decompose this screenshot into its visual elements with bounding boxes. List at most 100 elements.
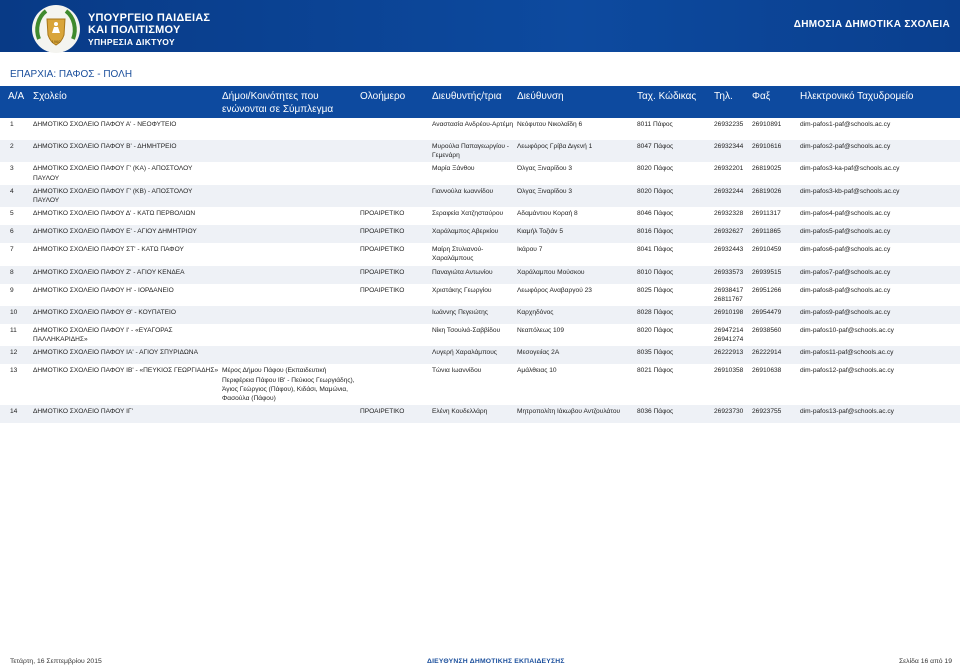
cell-aa-text: 6 xyxy=(10,228,14,236)
col-phone: Τηλ. xyxy=(714,91,733,102)
province-heading: ΕΠΑΡΧΙΑ: ΠΑΦΟΣ - ΠΟΛΗ xyxy=(0,64,960,86)
cell-postcode-text: 8046 Πάφος xyxy=(637,210,674,218)
cell-principal-text: Λυγερή Χαραλάμπους xyxy=(432,349,497,357)
cell-aa-text: 14 xyxy=(10,408,18,416)
col-fax: Φαξ xyxy=(752,91,771,102)
ministry-service: ΥΠΗΡΕΣΙΑ ΔΙΚΤΥΟΥ xyxy=(88,37,175,47)
cell-school: ΔΗΜΟΤΙΚΟ ΣΧΟΛΕΙΟ ΠΑΦΟΥ Δ' - ΚΑΤΩ ΠΕΡΒΟΛΙ… xyxy=(33,207,222,225)
cell-aa-text: 7 xyxy=(10,246,14,254)
cell-email-link[interactable]: dim-pafos4-paf@schools.ac.cy xyxy=(800,207,960,225)
cell-principal-text: Παναγιώτα Αντωνίου xyxy=(432,268,493,276)
cell-email-link[interactable]: dim-pafos1-paf@schools.ac.cy xyxy=(800,118,960,140)
cell-aa-text: 8 xyxy=(10,268,14,276)
cell-aa: 4 xyxy=(0,184,33,208)
cell-principal: Χαράλαμπος Αβερκίου xyxy=(432,225,517,244)
cell-principal: Ελένη Κουδελλάρη xyxy=(432,405,517,424)
cell-school-text: ΔΗΜΟΤΙΚΟ ΣΧΟΛΕΙΟ ΠΑΦΟΥ ΙΓ' xyxy=(33,408,133,416)
footer-date: Τετάρτη, 16 Σεπτεμβρίου 2015 xyxy=(10,658,102,665)
cell-principal: Σεραφεία Χατζησταύρου xyxy=(432,207,517,225)
cell-email-text[interactable]: dim-pafos5-paf@schools.ac.cy xyxy=(800,228,890,235)
cell-fax-text: 26910459 xyxy=(752,246,782,254)
cell-phone-text: 26932443 xyxy=(714,246,744,254)
cell-address-text: Αδαμάντιου Κοραή 8 xyxy=(517,210,578,218)
cell-email-link[interactable]: dim-pafos5-paf@schools.ac.cy xyxy=(800,225,960,244)
table-row: 3 ΔΗΜΟΤΙΚΟ ΣΧΟΛΕΙΟ ΠΑΦΟΥ Γ' (ΚΑ) - ΑΠΟΣΤΟ… xyxy=(0,162,960,184)
cell-address-text: Ικάρου 7 xyxy=(517,246,543,254)
cell-phone: 26932328 xyxy=(714,207,752,225)
cell-address: Ικάρου 7 xyxy=(517,243,637,265)
cell-email-text[interactable]: dim-pafos6-paf@schools.ac.cy xyxy=(800,246,890,253)
table-row: 13 ΔΗΜΟΤΙΚΟ ΣΧΟΛΕΙΟ ΠΑΦΟΥ ΙΒ' - «ΠΕΥΚΙΟΣ … xyxy=(0,364,960,405)
cell-email-text[interactable]: dim-pafos12-paf@schools.ac.cy xyxy=(800,367,894,374)
cell-email-link[interactable]: dim-pafos6-paf@schools.ac.cy xyxy=(800,243,960,265)
table-row: 12 ΔΗΜΟΤΙΚΟ ΣΧΟΛΕΙΟ ΠΑΦΟΥ ΙΑ' - ΑΓΙΟΥ ΣΠΥ… xyxy=(0,346,960,365)
cell-school-text: ΔΗΜΟΤΙΚΟ ΣΧΟΛΕΙΟ ΠΑΦΟΥ Η' - ΙΟΡΔΑΝΕΙΟ xyxy=(33,286,174,294)
cell-email-text[interactable]: dim-pafos13-paf@schools.ac.cy xyxy=(800,408,894,415)
col-email: Ηλεκτρονικό Ταχυδρομείο xyxy=(800,91,914,102)
cell-email-link[interactable]: dim-pafos10-paf@schools.ac.cy xyxy=(800,324,960,346)
cell-email-text[interactable]: dim-pafos9-paf@schools.ac.cy xyxy=(800,309,890,316)
cell-address: Χαράλαμπου Μούσκου xyxy=(517,265,637,284)
cell-communities xyxy=(222,118,360,140)
cell-phone: 26222913 xyxy=(714,346,752,365)
cell-email-text[interactable]: dim-pafos8-paf@schools.ac.cy xyxy=(800,287,890,294)
cell-address: Νεόφυτου Νικολαΐδη 6 xyxy=(517,118,637,140)
cell-school-text: ΔΗΜΟΤΙΚΟ ΣΧΟΛΕΙΟ ΠΑΦΟΥ Ε' - ΑΓΙΟΥ ΔΗΜΗΤΡ… xyxy=(33,228,197,236)
cell-aa: 13 xyxy=(0,364,33,405)
cell-email-text[interactable]: dim-pafos3-kb-paf@schools.ac.cy xyxy=(800,188,899,195)
cell-fax-text: 26222914 xyxy=(752,349,782,357)
cell-email-text[interactable]: dim-pafos3-ka-paf@schools.ac.cy xyxy=(800,165,899,172)
cell-email-link[interactable]: dim-pafos3-ka-paf@schools.ac.cy xyxy=(800,162,960,184)
cell-email-link[interactable]: dim-pafos8-paf@schools.ac.cy xyxy=(800,284,960,306)
cell-email-link[interactable]: dim-pafos7-paf@schools.ac.cy xyxy=(800,265,960,284)
cell-address-text: Μητροπολίτη Ιάκωβου Αντζουλάτου xyxy=(517,408,621,416)
cell-principal: Γιαννούλα Ιωαννίδου xyxy=(432,184,517,208)
cell-allday-text: ΠΡΟΑΙΡΕΤΙΚΟ xyxy=(360,408,405,416)
cell-aa-text: 2 xyxy=(10,143,14,150)
cell-principal-text: Σεραφεία Χατζησταύρου xyxy=(432,210,504,218)
cell-school-text: ΔΗΜΟΤΙΚΟ ΣΧΟΛΕΙΟ ΠΑΦΟΥ ΙΑ' - ΑΓΙΟΥ ΣΠΥΡΙ… xyxy=(33,349,198,357)
cell-allday xyxy=(360,162,432,184)
cell-allday xyxy=(360,364,432,405)
cell-fax: 26910638 xyxy=(752,364,800,405)
cell-principal-text: Χαράλαμπος Αβερκίου xyxy=(432,228,499,236)
cell-email-text[interactable]: dim-pafos7-paf@schools.ac.cy xyxy=(800,269,890,276)
cell-school: ΔΗΜΟΤΙΚΟ ΣΧΟΛΕΙΟ ΠΑΦΟΥ Ζ' - ΑΓΙΟΥ ΚΕΝΔΕΑ xyxy=(33,265,222,284)
schools-table: 1 ΔΗΜΟΤΙΚΟ ΣΧΟΛΕΙΟ ΠΑΦΟΥ Α' - ΝΕΟΦΥΤΕΙΟ Αν… xyxy=(0,118,960,424)
cell-email-text[interactable]: dim-pafos2-paf@schools.ac.cy xyxy=(800,143,890,150)
cell-fax: 26222914 xyxy=(752,346,800,365)
cell-phone: 26932201 xyxy=(714,162,752,184)
cell-communities xyxy=(222,243,360,265)
cell-email-text[interactable]: dim-pafos4-paf@schools.ac.cy xyxy=(800,210,890,217)
cell-phone: 26938417 26811767 xyxy=(714,284,752,306)
page-footer: Τετάρτη, 16 Σεπτεμβρίου 2015 ΔΙΕΥΘΥΝΣΗ Δ… xyxy=(0,656,960,670)
cell-phone-text: 26932235 xyxy=(714,121,744,128)
cell-principal: Παναγιώτα Αντωνίου xyxy=(432,265,517,284)
cell-email-link[interactable]: dim-pafos2-paf@schools.ac.cy xyxy=(800,140,960,163)
cell-fax-text: 26938560 xyxy=(752,327,782,335)
cell-postcode-text: 8010 Πάφος xyxy=(637,268,674,276)
cell-email-text[interactable]: dim-pafos11-paf@schools.ac.cy xyxy=(800,349,893,356)
cell-fax: 26923755 xyxy=(752,405,800,424)
cell-email-link[interactable]: dim-pafos11-paf@schools.ac.cy xyxy=(800,346,960,365)
cell-aa-text: 3 xyxy=(10,165,14,173)
table-row: 7 ΔΗΜΟΤΙΚΟ ΣΧΟΛΕΙΟ ΠΑΦΟΥ ΣΤ' - ΚΑΤΩ ΠΑΦΟΥ… xyxy=(0,243,960,265)
cell-email-link[interactable]: dim-pafos3-kb-paf@schools.ac.cy xyxy=(800,184,960,208)
cell-aa: 7 xyxy=(0,243,33,265)
cell-aa-text: 5 xyxy=(10,210,14,218)
cell-email-link[interactable]: dim-pafos9-paf@schools.ac.cy xyxy=(800,306,960,325)
province-label: ΕΠΑΡΧΙΑ: ΠΑΦΟΣ - ΠΟΛΗ xyxy=(10,69,133,80)
cell-aa: 8 xyxy=(0,265,33,284)
cell-school-text: ΔΗΜΟΤΙΚΟ ΣΧΟΛΕΙΟ ΠΑΦΟΥ Ι' - «ΕΥΑΓΟΡΑΣ ΠΑ… xyxy=(33,327,173,344)
cell-address-text: Μεσογειίας 2Α xyxy=(517,349,560,357)
cell-allday: ΠΡΟΑΙΡΕΤΙΚΟ xyxy=(360,207,432,225)
cell-address-text: Νεόφυτου Νικολαΐδη 6 xyxy=(517,121,583,128)
cell-address: Κιαμήλ Τοζιάν 5 xyxy=(517,225,637,244)
cell-email-text[interactable]: dim-pafos1-paf@schools.ac.cy xyxy=(800,121,890,128)
cell-email-link[interactable]: dim-pafos12-paf@schools.ac.cy xyxy=(800,364,960,405)
cell-principal-text: Ελένη Κουδελλάρη xyxy=(432,408,488,416)
cell-email-text[interactable]: dim-pafos10-paf@schools.ac.cy xyxy=(800,327,894,334)
cell-communities xyxy=(222,207,360,225)
cell-email-link[interactable]: dim-pafos13-paf@schools.ac.cy xyxy=(800,405,960,424)
table-row: 2 ΔΗΜΟΤΙΚΟ ΣΧΟΛΕΙΟ ΠΑΦΟΥ Β' - ΔΗΜΗΤΡΕΙΟ Μυ… xyxy=(0,140,960,163)
